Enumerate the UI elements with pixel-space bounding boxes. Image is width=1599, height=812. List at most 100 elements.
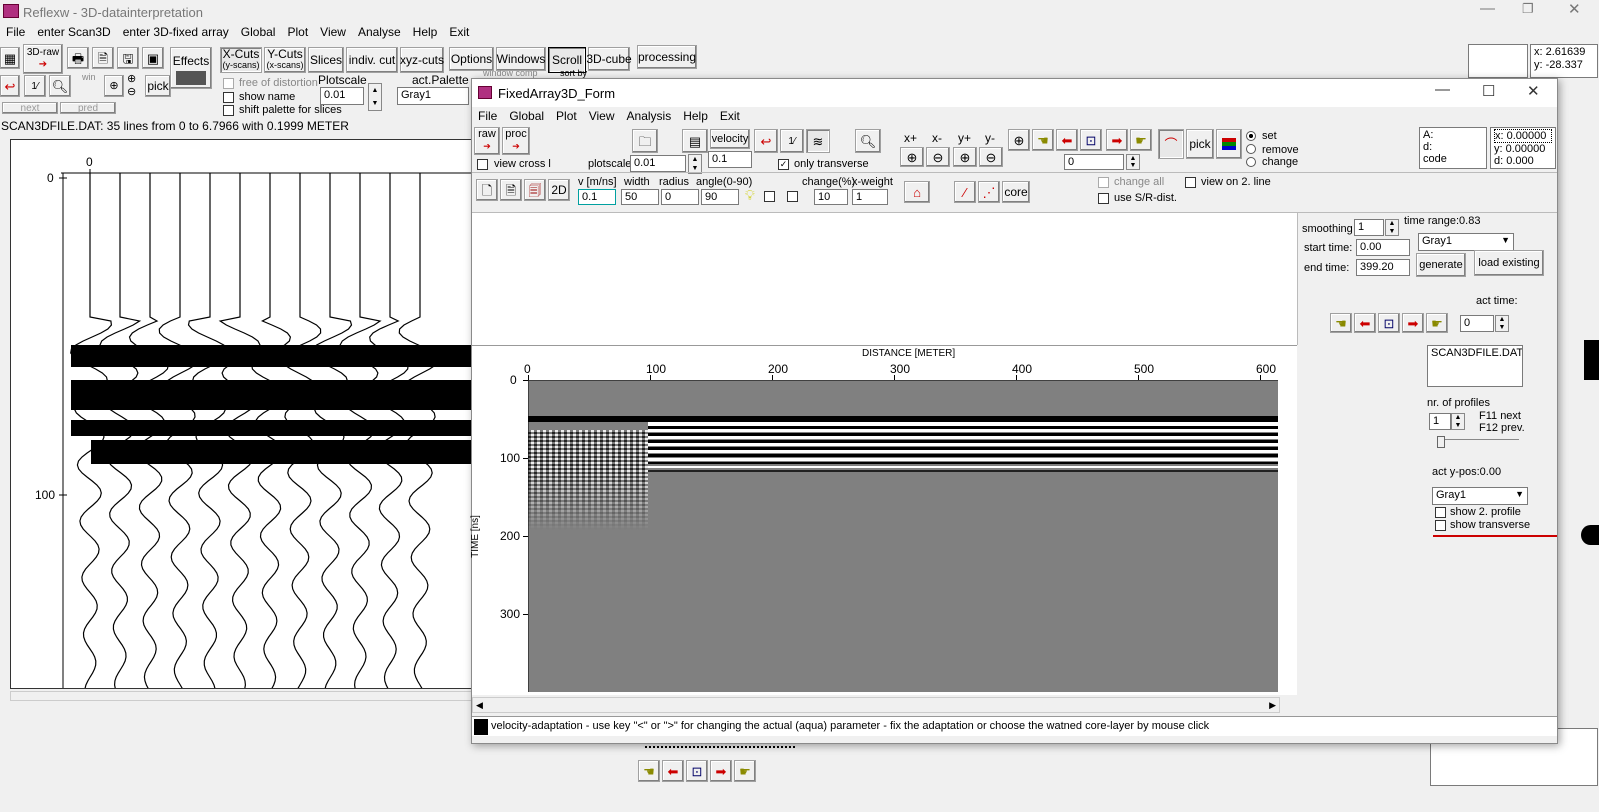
x-zoom-in-button[interactable]: ⊕	[900, 147, 924, 167]
d-prev-button[interactable]: ⬅	[1056, 129, 1078, 151]
x-plus-label[interactable]: x+	[904, 131, 917, 145]
d-2d-button[interactable]: 2D	[548, 179, 570, 201]
search-button[interactable]: 🔍︎	[49, 75, 71, 97]
window-button[interactable]: ▣	[142, 47, 164, 69]
r-prev-button[interactable]: ⬅	[1354, 313, 1376, 333]
load-existing-button[interactable]: load existing	[1474, 250, 1544, 276]
r-next-button[interactable]: ➡	[1402, 313, 1424, 333]
dmenu-analysis[interactable]: Analysis	[621, 109, 678, 127]
show-transverse-checkbox[interactable]	[1435, 520, 1446, 531]
only-transverse-checkbox[interactable]: ✓	[778, 159, 789, 170]
nav-last-button[interactable]: ☛	[734, 760, 756, 782]
xyz-cuts-button[interactable]: xyz-cuts	[400, 47, 444, 73]
nav-first-button[interactable]: ☚	[638, 760, 660, 782]
d-next-button[interactable]: ➡	[1106, 129, 1128, 151]
dmenu-exit[interactable]: Exit	[714, 109, 746, 127]
d-hyper2-button[interactable]: ⌂	[904, 181, 930, 203]
menu-plot[interactable]: Plot	[281, 25, 314, 43]
palette-select-right[interactable]: Gray1 ▼	[1418, 233, 1514, 251]
d-line-button[interactable]: ∕	[954, 181, 976, 203]
y-plus-label[interactable]: y+	[958, 131, 971, 145]
menu-help[interactable]: Help	[407, 25, 444, 43]
d-last-button[interactable]: ☛	[1130, 129, 1152, 151]
file-listbox[interactable]: SCAN3DFILE.DAT	[1427, 345, 1523, 387]
save-button[interactable]: 🖫	[117, 47, 139, 69]
profile-slider-thumb[interactable]	[1437, 436, 1445, 448]
d-wave-button[interactable]: ≋	[806, 129, 830, 153]
d-open-button[interactable]: 🗎	[500, 179, 522, 201]
y-minus-label[interactable]: y-	[985, 131, 995, 145]
pick-button[interactable]: pick	[145, 75, 171, 97]
scroll-right-icon[interactable]: ▶	[1269, 700, 1276, 711]
close-icon[interactable]: ✕	[1568, 0, 1581, 18]
y-zoom-in-button[interactable]: ⊕	[953, 147, 977, 167]
end-time-input[interactable]: 399.20	[1356, 259, 1410, 276]
radargram-image[interactable]	[528, 380, 1278, 692]
menu-enter-3d-fixed[interactable]: enter 3D-fixed array	[117, 25, 235, 43]
raw-3d-button[interactable]: 3D-raw ➔	[23, 44, 63, 74]
next-button[interactable]: next	[2, 102, 58, 114]
nav-stop-button[interactable]: ⊡	[686, 760, 708, 782]
ycuts-button[interactable]: Y-Cuts (x-scans)	[264, 47, 306, 73]
dialog-maximize-icon[interactable]: ☐	[1482, 82, 1495, 100]
zoom-in-button[interactable]: ⊕	[104, 75, 124, 97]
menu-analyse[interactable]: Analyse	[352, 25, 407, 43]
indiv-cut-button[interactable]: indiv. cut	[346, 47, 398, 73]
profile-slider-track[interactable]	[1437, 436, 1519, 453]
dmenu-file[interactable]: File	[472, 109, 503, 127]
velocity-button[interactable]: velocity	[710, 129, 750, 149]
main-hscroll[interactable]	[10, 691, 475, 701]
pred-button[interactable]: pred	[60, 102, 116, 114]
change-pct-input[interactable]: 10	[814, 189, 848, 205]
d-raw-button[interactable]: raw ➔	[474, 127, 500, 155]
d-proc-button[interactable]: proc ➔	[502, 127, 530, 155]
hyperbola-button[interactable]: 1⁄	[24, 75, 46, 97]
curve-tool-button[interactable]: ↩	[0, 75, 20, 97]
zoom-minus-icon[interactable]: ⊖	[127, 85, 136, 98]
grid-tool-button[interactable]: ▦	[0, 47, 20, 69]
wiggle-traces[interactable]	[11, 140, 475, 689]
d-fan-button[interactable]: ⋰	[978, 181, 1000, 203]
nav-next-button[interactable]: ➡	[710, 760, 732, 782]
view-cross-checkbox[interactable]	[477, 159, 488, 170]
r-first-button[interactable]: ☚	[1330, 313, 1352, 333]
xweight-input[interactable]: 1	[852, 189, 888, 205]
set-radio[interactable]	[1246, 131, 1256, 141]
nr-profiles-input[interactable]: 1	[1429, 413, 1451, 430]
d-search-button[interactable]: 🔍︎	[855, 129, 881, 153]
d-layers-button[interactable]	[1216, 129, 1242, 159]
dialog-close-icon[interactable]: ✕	[1527, 82, 1540, 100]
menu-exit[interactable]: Exit	[443, 25, 475, 43]
act-time-spinner[interactable]: ▲ ▼	[1495, 315, 1509, 332]
shift-palette-checkbox[interactable]	[223, 105, 234, 116]
r-last-button[interactable]: ☛	[1426, 313, 1448, 333]
nav-prev-button[interactable]: ⬅	[662, 760, 684, 782]
r-stop-button[interactable]: ⊡	[1378, 313, 1400, 333]
d-new-button[interactable]: 🗋	[476, 179, 498, 201]
bulb-icon[interactable]: 💡︎	[745, 187, 755, 204]
remove-radio[interactable]	[1246, 144, 1256, 154]
slices-button[interactable]: Slices	[308, 47, 344, 73]
d-saveas-button[interactable]: 🗐	[524, 179, 546, 201]
d-hyperbola-button[interactable]: ⌒	[1158, 129, 1184, 159]
zoom-plus-icon[interactable]: ⊕	[127, 72, 136, 85]
x-minus-label[interactable]: x-	[932, 131, 942, 145]
menu-enter-scan3d[interactable]: enter Scan3D	[31, 25, 116, 43]
d-first-button[interactable]: ☚	[1032, 129, 1054, 151]
d-curve-button[interactable]: ↩	[754, 129, 778, 153]
radius-input[interactable]: 0	[661, 189, 699, 205]
d-plotscale-input[interactable]: 0.01	[630, 155, 686, 172]
d-counter-input[interactable]: 0	[1064, 154, 1124, 170]
blank-checkbox-1[interactable]	[764, 191, 775, 202]
free-distortion-checkbox[interactable]	[223, 78, 234, 89]
profile-hscroll[interactable]: ◀ ▶	[472, 697, 1280, 713]
palette-select[interactable]: Gray1	[397, 87, 469, 105]
print-button[interactable]: 🖶	[67, 47, 89, 69]
dmenu-view[interactable]: View	[583, 109, 621, 127]
palette-select-2[interactable]: Gray1 ▼	[1432, 487, 1528, 505]
processing-button[interactable]: processing	[637, 45, 697, 69]
xcuts-button[interactable]: X-Cuts (y-scans)	[220, 47, 262, 73]
core-button[interactable]: core	[1002, 181, 1030, 203]
d-window-button[interactable]: ▤	[682, 129, 708, 153]
scroll-left-icon[interactable]: ◀	[476, 700, 483, 711]
